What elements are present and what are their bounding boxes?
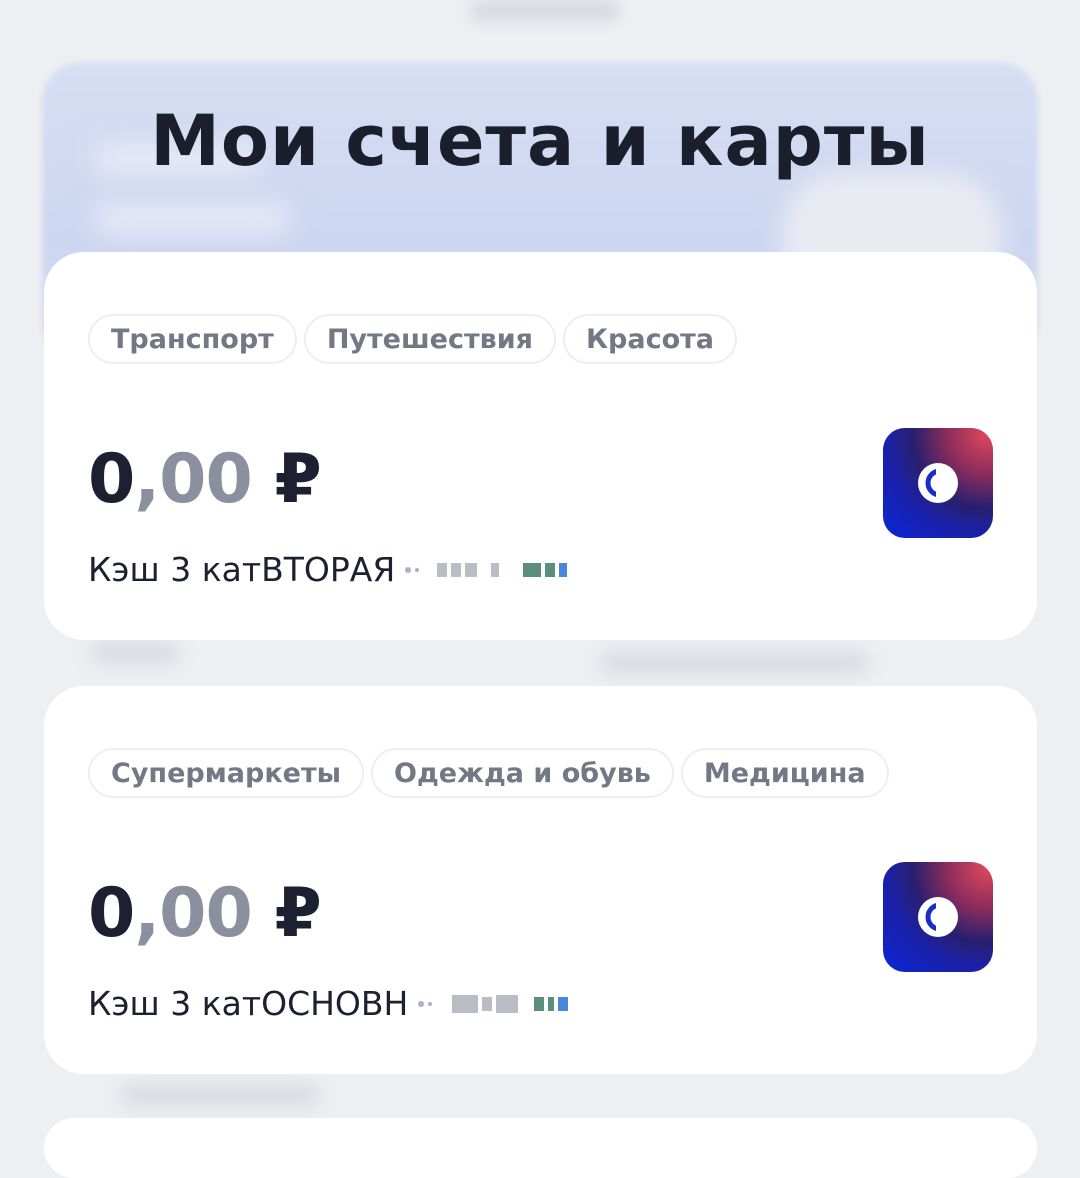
account-balance: 0,00 ₽ (88, 874, 322, 953)
masked-card-number (418, 994, 569, 1013)
background-blur (120, 1082, 320, 1108)
card-name-row: Кэш 3 катВТОРАЯ (88, 550, 568, 589)
masked-card-number (405, 562, 568, 577)
background-blur (600, 650, 870, 676)
bank-logo-icon[interactable] (883, 862, 993, 972)
bank-logo-icon[interactable] (883, 428, 993, 538)
account-balance: 0,00 ₽ (88, 440, 322, 519)
background-blur (90, 640, 180, 666)
balance-integer: 0 (88, 440, 135, 519)
account-card[interactable]: Супермаркеты Одежда и обувь Медицина 0,0… (44, 686, 1037, 1074)
account-card[interactable]: Транспорт Путешествия Красота 0,00 ₽ Кэш… (44, 252, 1037, 640)
balance-fraction: ,00 (134, 874, 252, 953)
category-chip[interactable]: Путешествия (303, 314, 556, 364)
account-card[interactable] (44, 1118, 1037, 1178)
category-chips: Супермаркеты Одежда и обувь Медицина (88, 748, 889, 798)
currency-sign: ₽ (274, 874, 321, 953)
balance-fraction: ,00 (134, 440, 252, 519)
category-chip[interactable]: Красота (562, 314, 737, 364)
balance-integer: 0 (88, 874, 135, 953)
background-blur (470, 0, 620, 22)
category-chip[interactable]: Одежда и обувь (371, 748, 674, 798)
category-chip[interactable]: Супермаркеты (88, 748, 365, 798)
banner-blur-shape (92, 202, 292, 236)
card-name-row: Кэш 3 катОСНОВН (88, 984, 569, 1023)
category-chip[interactable]: Транспорт (88, 314, 297, 364)
category-chips: Транспорт Путешествия Красота (88, 314, 737, 364)
page-title: Мои счета и карты (150, 100, 930, 182)
card-name: Кэш 3 катВТОРАЯ (88, 550, 396, 589)
card-name: Кэш 3 катОСНОВН (88, 984, 409, 1023)
currency-sign: ₽ (274, 440, 321, 519)
category-chip[interactable]: Медицина (680, 748, 889, 798)
